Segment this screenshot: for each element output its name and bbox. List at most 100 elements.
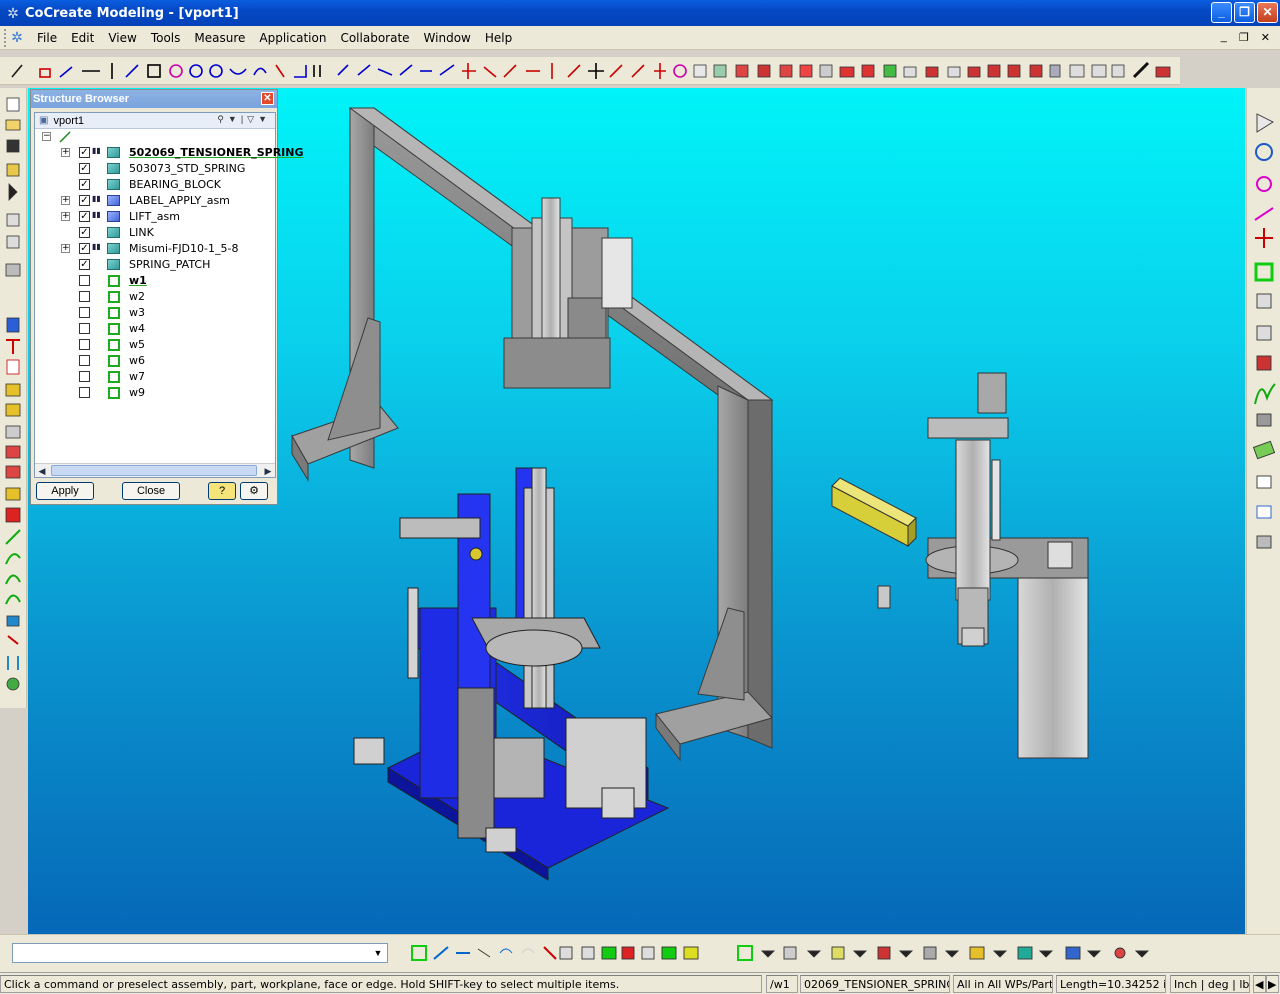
tree-item-label[interactable]: SPRING_PATCH — [129, 258, 210, 271]
mdi-restore-button[interactable]: ❐ — [1239, 31, 1249, 44]
tree-item-label[interactable]: w5 — [129, 338, 145, 351]
mdi-minimize-button[interactable]: _ — [1221, 31, 1227, 44]
modeling-toolbar-icons[interactable] — [8, 59, 1176, 83]
viewport-selector[interactable]: ▣ vport1 ⚲▼|▽▼ — [35, 113, 275, 129]
part-icon — [107, 147, 120, 158]
tree-item-label[interactable]: LABEL_APPLY_asm — [129, 194, 230, 207]
visibility-checkbox[interactable]: ✓ — [79, 259, 90, 270]
command-dropdown-icon[interactable]: ▼ — [370, 945, 386, 961]
contents-flag-icon: ▮▮ — [92, 146, 101, 155]
visibility-checkbox[interactable] — [79, 323, 90, 334]
tree-item-label[interactable]: BEARING_BLOCK — [129, 178, 221, 191]
tree-item[interactable]: w1 — [35, 273, 275, 289]
scroll-thumb[interactable] — [51, 465, 257, 476]
browser-filter-icons[interactable]: ⚲▼|▽▼ — [217, 114, 271, 125]
scroll-left-icon[interactable]: ◀ — [35, 464, 49, 478]
mdi-close-button[interactable]: ✕ — [1261, 31, 1270, 44]
visibility-checkbox[interactable] — [79, 387, 90, 398]
close-browser-button[interactable]: Close — [122, 482, 180, 500]
status-units[interactable]: Inch | deg | lb — [1170, 975, 1250, 993]
window-controls: _ ❐ ✕ — [1211, 2, 1278, 23]
tree-item[interactable]: + ✓ ▮▮ 502069_TENSIONER_SPRING — [35, 145, 304, 161]
status-next-icon[interactable]: ▶ — [1266, 975, 1279, 993]
structure-browser-title: Structure Browser ✕ — [31, 90, 277, 108]
visibility-checkbox[interactable]: ✓ — [79, 195, 90, 206]
visibility-checkbox[interactable] — [79, 291, 90, 302]
menu-tools[interactable]: Tools — [144, 31, 188, 45]
status-scope[interactable]: All in All WPs/Parts — [953, 975, 1053, 993]
visibility-checkbox[interactable]: ✓ — [79, 227, 90, 238]
restore-button[interactable]: ❐ — [1234, 2, 1255, 23]
menu-application[interactable]: Application — [252, 31, 333, 45]
tree-item-label[interactable]: LIFT_asm — [129, 210, 180, 223]
tree-item[interactable]: + ✓ ▮▮ LABEL_APPLY_asm — [35, 193, 275, 209]
menu-measure[interactable]: Measure — [187, 31, 252, 45]
visibility-checkbox[interactable] — [79, 339, 90, 350]
tree-item[interactable]: w4 — [35, 321, 275, 337]
app-menu-icon[interactable]: ✲ — [8, 29, 26, 46]
menu-file[interactable]: File — [30, 31, 64, 45]
tree-item[interactable]: w5 — [35, 337, 275, 353]
visibility-checkbox[interactable]: ✓ — [79, 147, 90, 158]
tree-item-label[interactable]: w3 — [129, 306, 145, 319]
help-icon[interactable]: ? — [208, 482, 236, 500]
horizontal-scrollbar[interactable]: ◀ ▶ — [35, 463, 275, 477]
menu-collaborate[interactable]: Collaborate — [333, 31, 416, 45]
part-icon — [107, 179, 120, 190]
tree-expand-icon[interactable]: + — [61, 212, 70, 221]
right-toolbar-icons[interactable] — [1247, 88, 1280, 558]
tree-item-label[interactable]: 502069_TENSIONER_SPRING — [129, 146, 304, 159]
tree-item-label[interactable]: w4 — [129, 322, 145, 335]
visibility-checkbox[interactable]: ✓ — [79, 243, 90, 254]
visibility-checkbox[interactable]: ✓ — [79, 179, 90, 190]
modeling-toolbar — [0, 57, 1180, 85]
visibility-checkbox[interactable] — [79, 307, 90, 318]
root-collapse-icon[interactable]: − — [42, 132, 51, 141]
tree-item[interactable]: w7 — [35, 369, 275, 385]
tree-item[interactable]: w6 — [35, 353, 275, 369]
tree-item[interactable]: ✓ LINK — [35, 225, 275, 241]
left-toolbar-icons[interactable] — [0, 88, 27, 708]
visibility-checkbox[interactable]: ✓ — [79, 211, 90, 222]
tree-expand-icon[interactable]: + — [61, 244, 70, 253]
tree-item[interactable]: + ✓ ▮▮ Misumi-FJD10-1_5-8 — [35, 241, 275, 257]
tree-item-label[interactable]: w6 — [129, 354, 145, 367]
tree-item[interactable]: w9 — [35, 385, 275, 401]
view-toolbar-icons[interactable] — [404, 941, 1164, 965]
tree-item[interactable]: ✓ 503073_STD_SPRING — [35, 161, 275, 177]
scroll-right-icon[interactable]: ▶ — [261, 464, 275, 478]
tree-item-label[interactable]: w7 — [129, 370, 145, 383]
tree-item-label[interactable]: w9 — [129, 386, 145, 399]
minimize-button[interactable]: _ — [1211, 2, 1232, 23]
viewport-icon: ▣ — [39, 115, 49, 126]
close-button[interactable]: ✕ — [1257, 2, 1278, 23]
tree-item-label[interactable]: LINK — [129, 226, 154, 239]
tree-item[interactable]: w2 — [35, 289, 275, 305]
tree-item-label[interactable]: 503073_STD_SPRING — [129, 162, 245, 175]
visibility-checkbox[interactable] — [79, 275, 90, 286]
tree-item[interactable]: ✓ SPRING_PATCH — [35, 257, 275, 273]
tree-item-label[interactable]: Misumi-FJD10-1_5-8 — [129, 242, 238, 255]
tree-item-label[interactable]: w1 — [129, 274, 147, 287]
tree-item[interactable]: ✓ BEARING_BLOCK — [35, 177, 275, 193]
menu-edit[interactable]: Edit — [64, 31, 101, 45]
tree-expand-icon[interactable]: + — [61, 196, 70, 205]
tree-item-label[interactable]: w2 — [129, 290, 145, 303]
visibility-checkbox[interactable] — [79, 371, 90, 382]
structure-browser-close-icon[interactable]: ✕ — [261, 92, 274, 105]
visibility-checkbox[interactable] — [79, 355, 90, 366]
tree-item[interactable]: + ✓ ▮▮ LIFT_asm — [35, 209, 275, 225]
part-icon — [107, 163, 120, 174]
tree-expand-icon[interactable]: + — [61, 148, 70, 157]
visibility-checkbox[interactable]: ✓ — [79, 163, 90, 174]
menu-view[interactable]: View — [101, 31, 143, 45]
apply-button[interactable]: Apply — [36, 482, 94, 500]
options-icon[interactable]: ⚙ — [240, 482, 268, 500]
menu-help[interactable]: Help — [478, 31, 519, 45]
tree-item[interactable]: w3 — [35, 305, 275, 321]
command-input[interactable] — [12, 943, 388, 963]
tree-root[interactable]: − — [35, 129, 275, 145]
status-prev-icon[interactable]: ◀ — [1253, 975, 1266, 993]
menu-window[interactable]: Window — [417, 31, 478, 45]
workplane-icon — [108, 323, 120, 335]
